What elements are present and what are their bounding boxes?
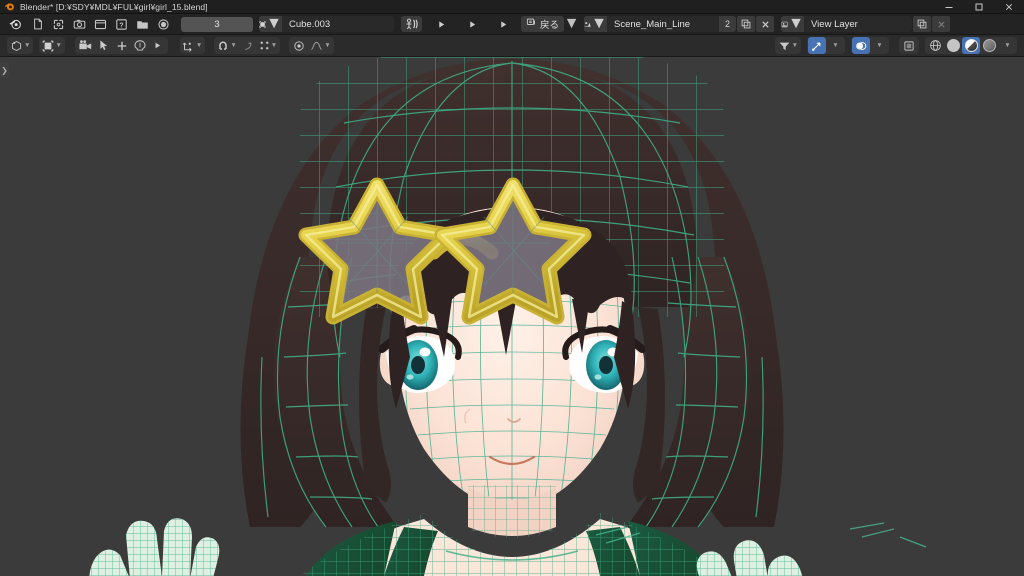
shading-rendered-button[interactable] bbox=[980, 37, 998, 54]
blender-application-window: Blender* [D:¥SDY¥MDL¥FUL¥girl¥girl_15.bl… bbox=[0, 0, 1024, 576]
blender-logo-icon bbox=[2, 0, 16, 14]
window-close-button[interactable] bbox=[994, 0, 1024, 14]
chevron-down-icon: ▼ bbox=[792, 42, 798, 49]
show-overlays-group: ▼ bbox=[851, 37, 889, 54]
active-object-datablock[interactable]: ▼ Cube.003 bbox=[259, 16, 394, 32]
window-title-bar: Blender* [D:¥SDY¥MDL¥FUL¥girl¥girl_15.bl… bbox=[0, 0, 1024, 14]
playhead-menu[interactable] bbox=[149, 37, 167, 54]
pose-mode-icon[interactable] bbox=[401, 16, 422, 32]
chevron-down-icon: ▼ bbox=[55, 42, 61, 49]
back-to-previous-label: 戻る bbox=[540, 17, 559, 31]
play-reverse-button[interactable] bbox=[430, 16, 452, 33]
rendered-sphere-glyph bbox=[983, 39, 996, 52]
transform-orientation-icon[interactable]: ▼ bbox=[181, 37, 204, 54]
scene-icon[interactable]: ▼ bbox=[584, 16, 607, 32]
editor-type-3dview-icon[interactable]: ▼ bbox=[8, 37, 32, 54]
active-object-name[interactable]: Cube.003 bbox=[282, 19, 394, 30]
window-maximize-button[interactable] bbox=[964, 0, 994, 14]
svg-text:?: ? bbox=[119, 22, 123, 29]
shading-dropdown-icon[interactable]: ▼ bbox=[998, 37, 1016, 54]
show-gizmo-icon[interactable] bbox=[808, 37, 826, 54]
proportional-editing-icon[interactable] bbox=[290, 37, 308, 54]
add-menu[interactable] bbox=[113, 37, 131, 54]
editor-type-group: ▼ bbox=[7, 37, 33, 54]
object-data-icon[interactable]: ▼ bbox=[259, 16, 282, 32]
window-icon[interactable] bbox=[91, 16, 110, 33]
shading-wireframe-button[interactable] bbox=[926, 37, 944, 54]
shading-solid-button[interactable] bbox=[944, 37, 962, 54]
new-file-icon[interactable] bbox=[28, 16, 47, 33]
folder-open-icon[interactable] bbox=[133, 16, 152, 33]
scene-dropdown-arrow-icon[interactable]: ▼ bbox=[564, 16, 579, 32]
blender-menu-logo-icon[interactable] bbox=[4, 16, 26, 33]
shading-material-preview-button[interactable] bbox=[962, 37, 980, 54]
object-mode-icon[interactable]: ▼ bbox=[40, 37, 63, 54]
window-minimize-button[interactable] bbox=[934, 0, 964, 14]
viewport-menus-group bbox=[75, 37, 168, 54]
back-to-previous-icon bbox=[526, 17, 537, 31]
snap-target-icon[interactable] bbox=[239, 37, 257, 54]
current-frame-field[interactable]: 3 bbox=[181, 17, 253, 32]
scene-name[interactable]: Scene_Main_Line bbox=[607, 19, 719, 30]
show-overlays-icon[interactable] bbox=[852, 37, 870, 54]
snapping-group: ▼ ▼ bbox=[214, 37, 280, 54]
view-layer-remove-icon[interactable] bbox=[932, 16, 950, 32]
chevron-down-icon: ▼ bbox=[230, 42, 236, 49]
chevron-down-icon: ▼ bbox=[591, 16, 607, 32]
chevron-down-icon: ▼ bbox=[24, 42, 30, 49]
snap-magnet-icon[interactable]: ▼ bbox=[215, 37, 238, 54]
object-mode-group: ▼ bbox=[39, 37, 64, 54]
chevron-down-icon: ▼ bbox=[196, 42, 202, 49]
viewport-sidebar-toggle[interactable]: ❯ bbox=[0, 62, 9, 78]
view-layer-name[interactable]: View Layer bbox=[804, 19, 912, 30]
object-visibility-icon[interactable]: ▼ bbox=[776, 37, 800, 54]
chevron-down-icon: ▼ bbox=[324, 42, 330, 49]
material-preview-sphere-glyph bbox=[965, 39, 978, 52]
jump-end-button[interactable] bbox=[492, 16, 514, 33]
proportional-falloff-icon[interactable]: ▼ bbox=[308, 37, 332, 54]
scene-duplicate-icon[interactable] bbox=[737, 16, 755, 32]
overlays-dropdown-icon[interactable]: ▼ bbox=[870, 37, 888, 54]
chevron-down-icon: ▼ bbox=[271, 42, 277, 49]
3d-viewport[interactable]: ❯ bbox=[0, 57, 1024, 576]
select-menu[interactable] bbox=[95, 37, 113, 54]
object-menu[interactable] bbox=[131, 37, 149, 54]
proportional-editing-group: ▼ bbox=[289, 37, 333, 54]
show-gizmo-group: ▼ bbox=[807, 37, 845, 54]
play-button[interactable] bbox=[461, 16, 483, 33]
view-layer-duplicate-icon[interactable] bbox=[913, 16, 931, 32]
toggle-xray-group bbox=[899, 37, 919, 54]
help-icon[interactable]: ? bbox=[112, 16, 131, 33]
open-recent-icon[interactable] bbox=[49, 16, 68, 33]
viewport-header: ▼ ▼ bbox=[0, 35, 1024, 57]
render-camera-icon[interactable] bbox=[70, 16, 89, 33]
window-title-text: Blender* [D:¥SDY¥MDL¥FUL¥girl¥girl_15.bl… bbox=[20, 2, 208, 12]
chevron-right-icon: ❯ bbox=[1, 66, 8, 75]
scene-datablock[interactable]: ▼ Scene_Main_Line 2 bbox=[584, 16, 736, 32]
character-model-render bbox=[0, 57, 1024, 576]
record-icon[interactable] bbox=[154, 16, 173, 33]
back-to-previous-button[interactable]: 戻る bbox=[521, 16, 564, 32]
viewport-shading-group: ▼ bbox=[925, 37, 1017, 54]
object-visibility-group: ▼ bbox=[775, 37, 801, 54]
scene-users-count[interactable]: 2 bbox=[719, 16, 736, 32]
transform-orientation-group: ▼ bbox=[180, 37, 205, 54]
blender-top-bar: ? 3 ▼ Cube.003 bbox=[0, 14, 1024, 35]
view-layer-datablock[interactable]: ▼ View Layer bbox=[781, 16, 912, 32]
gizmo-dropdown-icon[interactable]: ▼ bbox=[826, 37, 844, 54]
chevron-down-icon: ▼ bbox=[788, 16, 804, 32]
scene-unlink-icon[interactable] bbox=[756, 16, 774, 32]
view-menu[interactable] bbox=[76, 37, 95, 54]
view-layer-icon[interactable]: ▼ bbox=[781, 16, 804, 32]
chevron-down-icon: ▼ bbox=[266, 16, 282, 32]
toggle-xray-icon[interactable] bbox=[900, 37, 918, 54]
snap-grid-icon[interactable]: ▼ bbox=[257, 37, 279, 54]
solid-sphere-glyph bbox=[947, 39, 960, 52]
